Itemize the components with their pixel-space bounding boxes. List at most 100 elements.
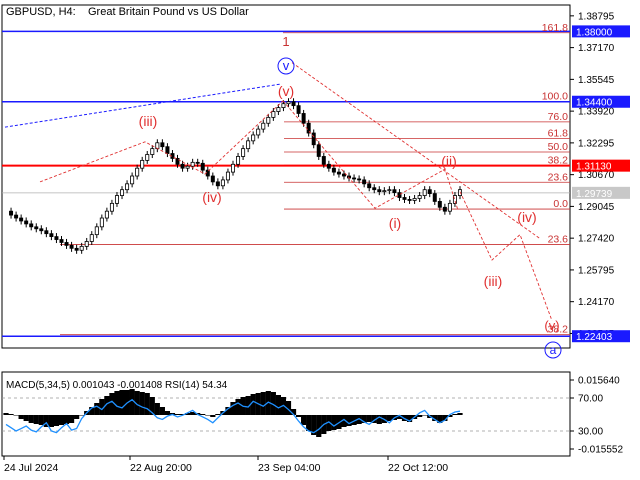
- wave-label: (i): [389, 215, 401, 231]
- wave-labels: 1 v (v) (iii) (iv) (ii) (i) (iv) (iii) (v) a: [139, 34, 562, 359]
- time-axis-label: 22 Aug 20:00: [130, 462, 192, 474]
- macd-bar: [13, 415, 19, 416]
- fib-retracement-label: 38.2: [548, 154, 569, 166]
- macd-bar: [3, 413, 9, 415]
- candle-body: [215, 181, 220, 187]
- candle-body: [321, 156, 326, 165]
- wave-label: a: [550, 343, 557, 357]
- candle-body: [432, 193, 437, 202]
- candle-body: [125, 183, 130, 191]
- macd-bar: [114, 391, 120, 415]
- candle-body: [89, 234, 94, 242]
- candle-body: [336, 171, 341, 175]
- candle-body: [246, 140, 251, 150]
- candle-body: [402, 197, 407, 200]
- candle-body: [236, 156, 241, 165]
- candle-body: [24, 220, 29, 225]
- candle-body: [34, 226, 39, 230]
- candle-body: [120, 189, 125, 196]
- candle-body: [447, 202, 452, 212]
- macd-bar: [316, 415, 322, 437]
- wave-path-dashed: [459, 191, 553, 321]
- chart-header-symbol: GBPUSD, H4:: [6, 6, 76, 18]
- candle-body: [19, 217, 24, 222]
- price-axis: 1.387951.371701.355451.339201.322951.306…: [570, 11, 630, 343]
- wave-label: (iv): [517, 209, 536, 225]
- macd-bar: [422, 415, 428, 416]
- candle-body: [220, 179, 225, 187]
- indicator-title: MACD(5,34,5) 0.001043 -0.001408 RSI(14) …: [6, 380, 228, 391]
- candle-body: [94, 226, 99, 236]
- macd-bar: [68, 415, 75, 423]
- candle-body: [64, 242, 69, 246]
- wave-path-dashed: [291, 62, 541, 239]
- time-axis-label: 22 Oct 12:00: [388, 462, 448, 474]
- candle-body: [362, 179, 367, 185]
- macd-bar: [260, 392, 266, 415]
- candle-body: [276, 107, 281, 112]
- fib-extension-label: 100.0: [542, 90, 568, 102]
- fibonacci-labels: 76.061.850.038.223.60.0161.8100.023.638.…: [542, 22, 568, 336]
- key-level-label: 1.22403: [576, 332, 613, 343]
- candle-body: [357, 178, 362, 181]
- macd-bar: [366, 415, 372, 422]
- candle-body: [266, 116, 271, 124]
- candle-body: [49, 233, 54, 237]
- macd-bar: [144, 393, 150, 415]
- key-level-label: 1.38000: [576, 27, 613, 38]
- candle-body: [99, 217, 104, 228]
- candle-body: [387, 189, 392, 192]
- key-level-label: 1.34400: [576, 98, 613, 109]
- price-axis-label: 1.38795: [578, 11, 615, 22]
- macd-bar: [23, 415, 29, 421]
- candle-body: [241, 148, 246, 157]
- macd-bar: [457, 413, 463, 415]
- candle-body: [190, 161, 195, 167]
- macd-bar: [331, 415, 337, 430]
- candle-body: [114, 195, 119, 204]
- macd-bar: [452, 414, 458, 415]
- candle-body: [14, 214, 19, 219]
- candle-body: [9, 210, 14, 216]
- macd-bar: [200, 414, 206, 415]
- macd-bar: [346, 415, 352, 426]
- time-axis-label: 24 Jul 2024: [4, 462, 58, 474]
- wave-label: (iv): [202, 189, 221, 205]
- price-axis-label: 1.37170: [578, 43, 615, 54]
- candle-body: [39, 228, 44, 232]
- macd-bar: [205, 415, 211, 416]
- candle-body: [422, 189, 427, 196]
- candle-body: [261, 122, 266, 130]
- macd-bar: [28, 415, 34, 423]
- main-panel-frame: [1, 4, 571, 349]
- candle-body: [109, 202, 114, 212]
- candle-body: [195, 161, 200, 164]
- candle-body: [397, 192, 402, 198]
- candle-body: [180, 163, 185, 169]
- candle-body: [286, 101, 291, 105]
- fib-retracement-label: 0.0: [553, 198, 568, 210]
- candle-body: [84, 241, 89, 247]
- price-axis-label: 1.32295: [578, 138, 615, 149]
- fib-extension-label: 161.8: [542, 22, 568, 34]
- candle-body: [382, 190, 387, 193]
- candle-body: [210, 175, 215, 183]
- candle-body: [200, 162, 205, 171]
- macd-bar: [295, 415, 302, 417]
- macd-bar: [154, 403, 160, 415]
- price-axis-label: 1.25795: [578, 265, 615, 276]
- candle-body: [442, 206, 447, 212]
- last-price-label: 1.29739: [576, 189, 613, 200]
- main-price-panel: [1, 4, 571, 349]
- wave-label: 1: [282, 34, 289, 49]
- macd-bar: [63, 415, 70, 424]
- candle-body: [104, 210, 109, 219]
- macd-bar: [306, 415, 312, 431]
- macd-bar: [53, 415, 60, 426]
- fib-retracement-label: 61.8: [548, 127, 569, 139]
- candle-body: [150, 148, 155, 155]
- chart-header-description: Great Britain Pound vs US Dollar: [88, 6, 249, 18]
- candle-body: [352, 177, 357, 180]
- indicator-axis-label: 30.00: [578, 427, 603, 438]
- indicator-axis-label: 0.015640: [578, 376, 620, 387]
